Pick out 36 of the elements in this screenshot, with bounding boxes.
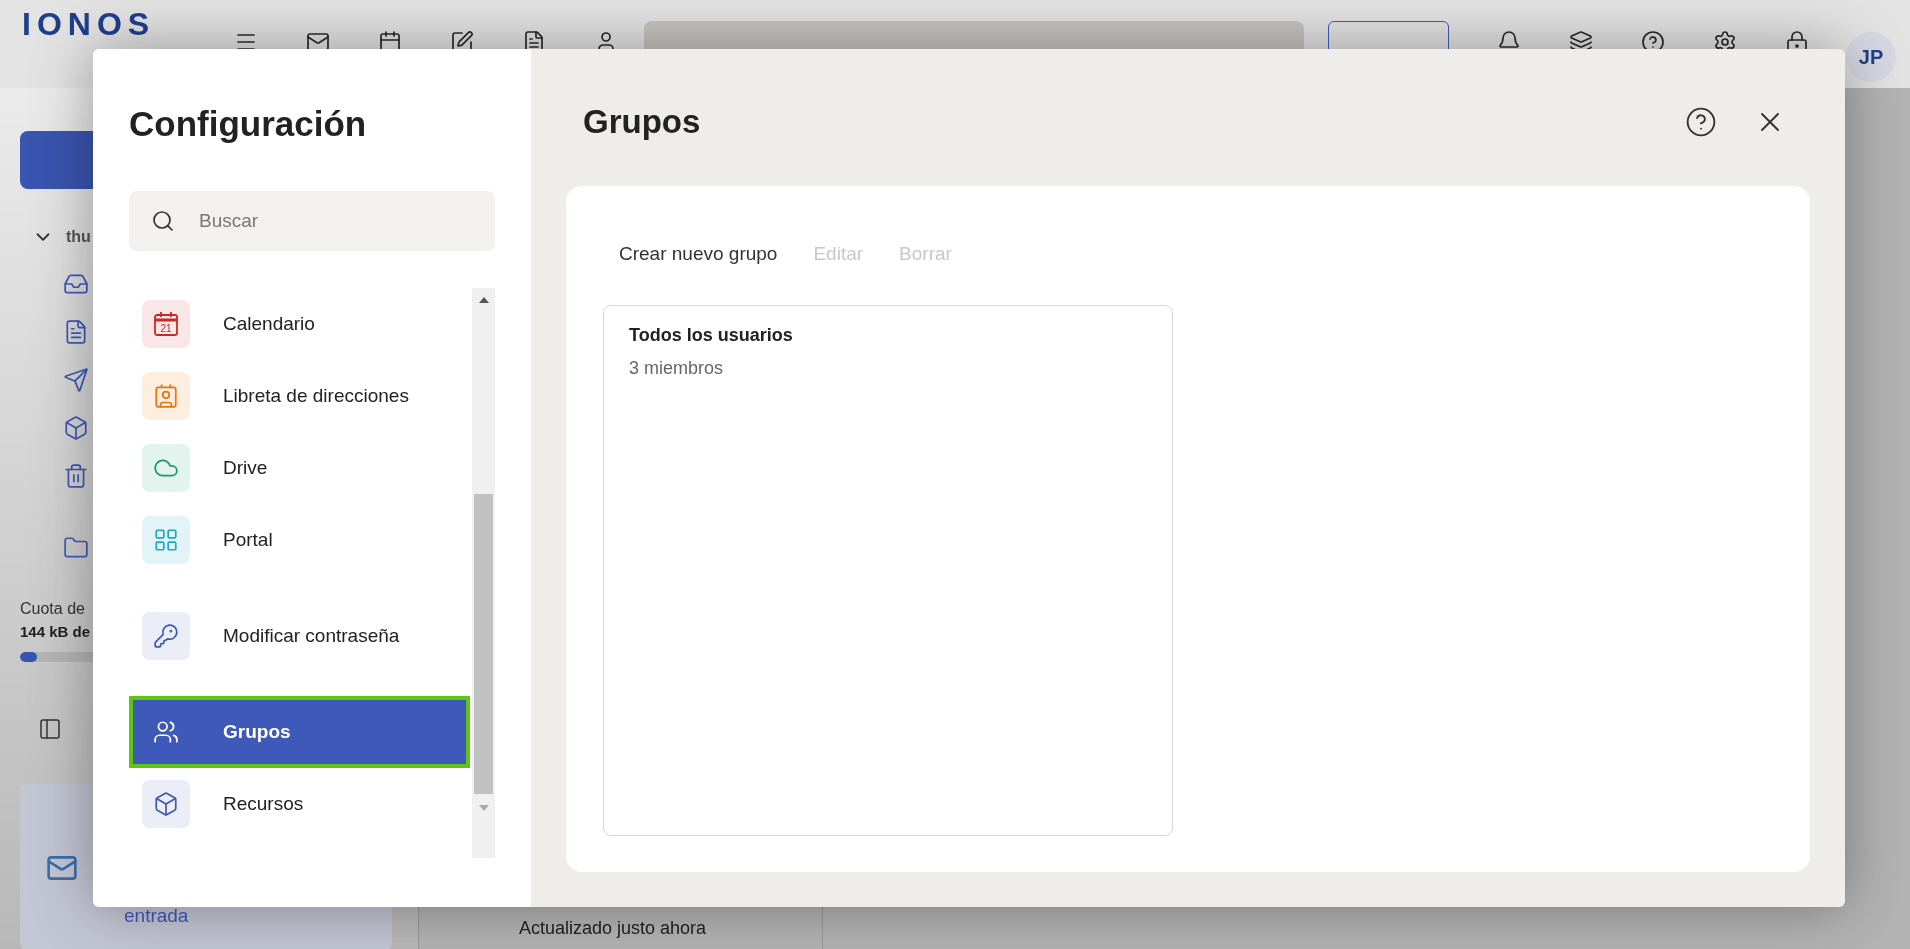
contact-card-icon [153,382,179,409]
send-icon[interactable] [63,367,89,393]
settings-nav-item[interactable]: Recursos [129,767,470,840]
trash-icon[interactable] [63,463,89,489]
scrollbar[interactable] [472,287,495,858]
scroll-up-arrow-icon[interactable] [478,295,489,304]
group-name: Todos los usuarios [629,323,794,347]
promo-text: entrada [124,903,189,928]
settings-nav-item[interactable]: 21 Calendario [129,287,470,360]
settings-nav-item[interactable]: Modificar contraseña [129,599,470,672]
settings-nav-item[interactable]: Libreta de direcciones [129,359,470,432]
help-icon[interactable] [1685,105,1717,138]
cube-icon [153,790,179,817]
member-count: 3 miembros [629,356,725,380]
grid-icon [153,526,179,553]
settings-nav-item[interactable]: Grupos [129,695,470,768]
inbox-icon[interactable] [63,271,89,297]
dialog-title: Configuración [129,103,368,145]
quota-value: 144 kB de [20,622,91,642]
key-icon [153,622,179,649]
box-icon[interactable] [63,415,89,441]
page-title: Grupos [583,102,701,142]
logo: IONOS [22,6,156,42]
group-card[interactable]: Todos los usuarios 3 miembros [603,304,1173,836]
settings-nav-item[interactable]: Portal [129,503,470,576]
folder-label: thu [66,227,91,247]
panel-icon[interactable] [38,716,62,741]
toolbar-button[interactable]: Crear nuevo grupo [619,240,778,269]
status-text: Actualizado justo ahora [519,917,707,940]
quota-label: Cuota de [20,599,85,619]
settings-nav-item[interactable]: Drive [129,431,470,504]
people-icon [153,718,179,745]
search-field[interactable]: Buscar [129,190,495,251]
search-icon [151,208,175,233]
folder-icon[interactable] [63,535,89,561]
avatar[interactable]: JP [1846,32,1896,82]
